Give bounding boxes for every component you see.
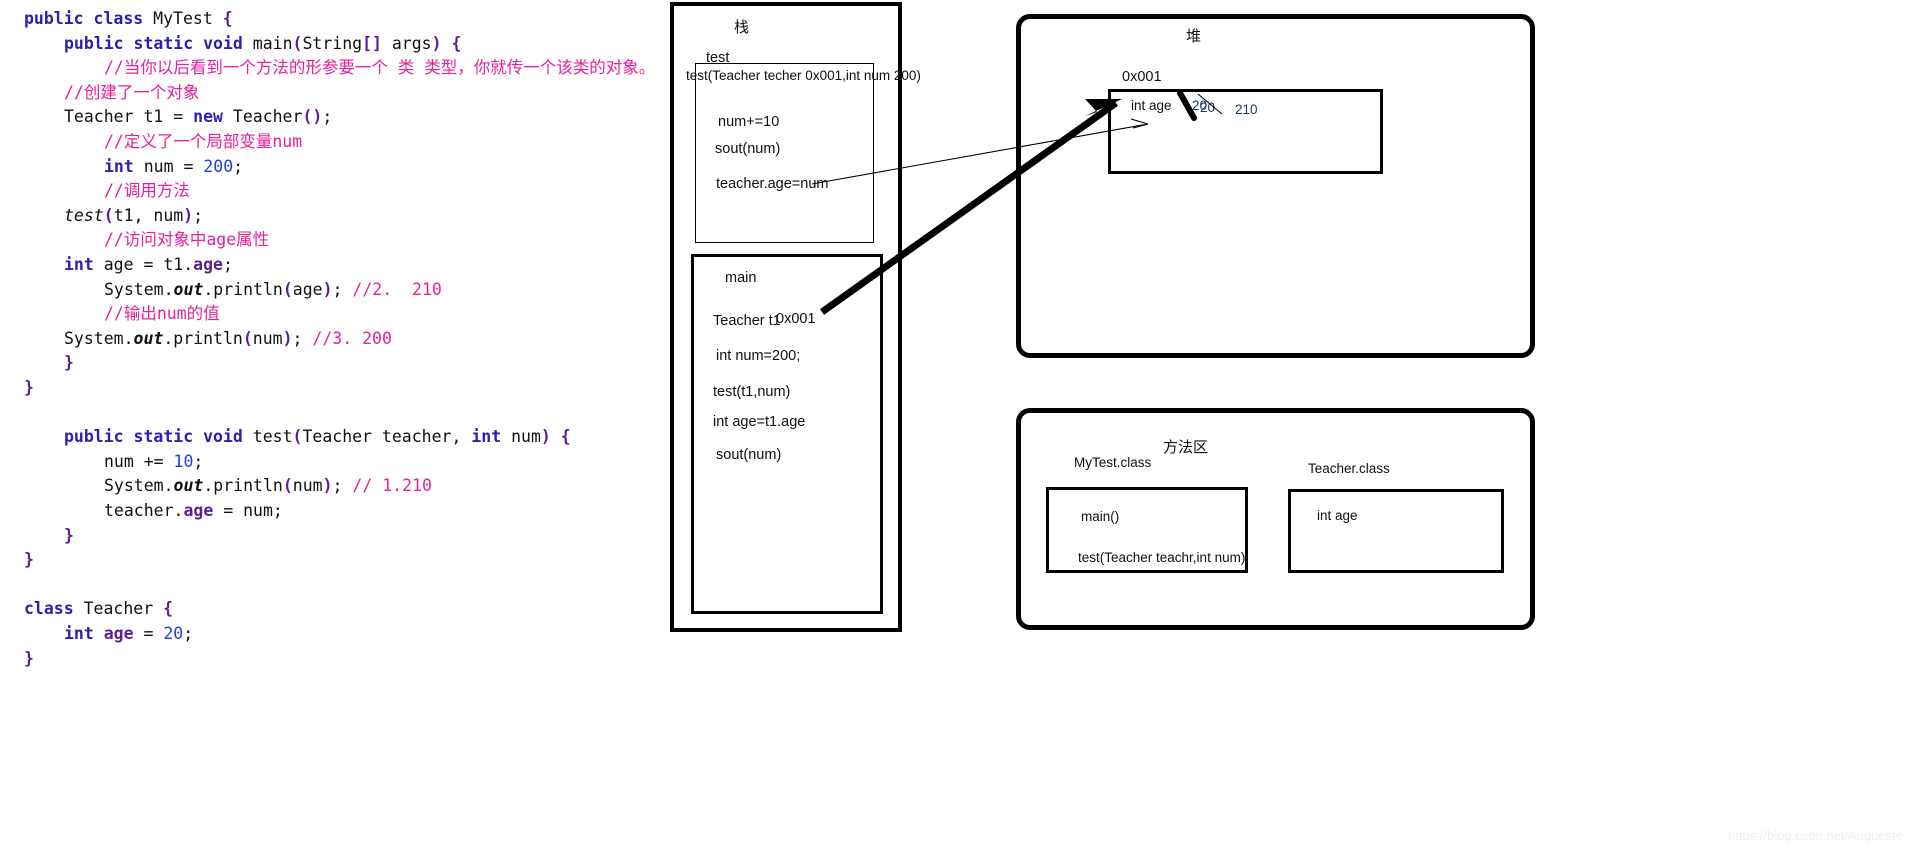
value-strikeout-mark-secondary (1197, 93, 1223, 115)
jvm-memory-diagram: 栈 test test(Teacher techer 0x001,int num… (0, 0, 1911, 849)
diagram-arrows (811, 90, 1223, 315)
thick-object-reference-arrow (819, 99, 1122, 315)
thin-reference-arrow (811, 118, 1149, 185)
watermark: https://blog.csdn.net/Augueste (1728, 828, 1903, 843)
value-strikeout-mark (1177, 90, 1197, 121)
